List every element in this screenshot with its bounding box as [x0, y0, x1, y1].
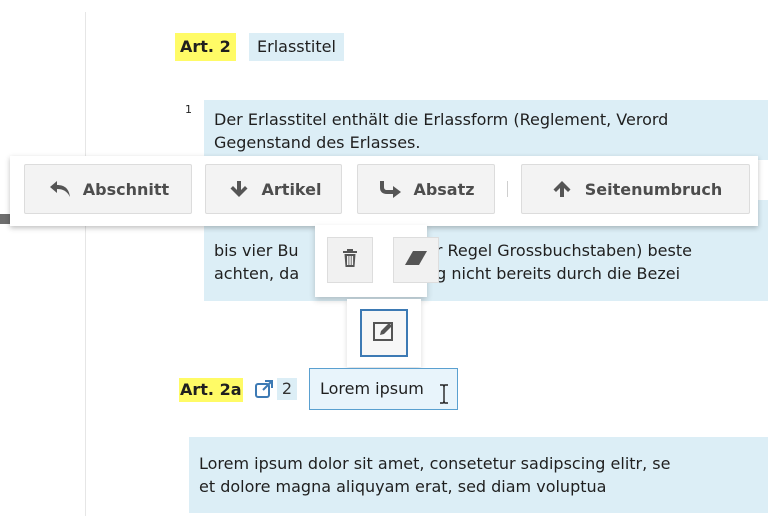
- paragraph-line: Der Erlasstitel enthält die Erlassform (…: [214, 110, 669, 129]
- insert-section-button[interactable]: Abschnitt: [24, 164, 192, 214]
- toolbar-separator: [507, 181, 508, 197]
- content-margin-line: [85, 12, 86, 516]
- paragraph-actions-popup: [315, 225, 439, 297]
- paragraph-text[interactable]: Lorem ipsum dolor sit amet, consetetur s…: [189, 437, 768, 513]
- eraser-icon: [404, 250, 428, 270]
- arrow-turn-left-icon: [47, 178, 73, 200]
- button-label: Seitenumbruch: [584, 179, 723, 199]
- button-label: Abschnitt: [82, 179, 170, 199]
- article-title-input[interactable]: Lorem ipsum: [309, 368, 458, 410]
- paragraph-line-fragment: bis vier Bu: [214, 241, 299, 260]
- arrow-turn-right-icon: [377, 178, 403, 200]
- button-label: Absatz: [413, 179, 475, 199]
- insert-paragraph-button[interactable]: Absatz: [357, 164, 495, 214]
- button-label: Artikel: [261, 179, 322, 199]
- insert-page-break-button[interactable]: Seitenumbruch: [521, 164, 750, 214]
- article-title[interactable]: Erlasstitel: [249, 33, 344, 61]
- paragraph-line-fragment: ng nicht bereits durch die Bezei: [426, 264, 681, 283]
- delete-button[interactable]: [327, 237, 373, 283]
- paragraph-line-fragment: achten, da: [214, 264, 300, 283]
- arrow-down-icon: [226, 178, 252, 200]
- edit-icon: [372, 320, 396, 346]
- paragraph-text[interactable]: Der Erlasstitel enthält die Erlassform (…: [204, 100, 768, 160]
- paragraph-line: et dolore magna aliquyam erat, sed diam …: [199, 477, 607, 496]
- trash-icon: [341, 248, 359, 272]
- article-number[interactable]: Art. 2a: [179, 378, 243, 402]
- external-link-icon[interactable]: [254, 379, 274, 403]
- edit-button[interactable]: [360, 309, 408, 357]
- insert-toolbar: Abschnitt Artikel Absatz Seitenumbruch: [10, 156, 758, 226]
- insert-article-button[interactable]: Artikel: [205, 164, 342, 214]
- text-cursor-icon: [439, 384, 449, 408]
- edit-popup: [347, 299, 421, 367]
- paragraph-number: 1: [185, 103, 192, 116]
- reference-count: 2: [277, 378, 297, 400]
- paragraph-line-fragment: er Regel Grossbuchstaben) beste: [426, 241, 692, 260]
- article-number[interactable]: Art. 2: [175, 33, 236, 61]
- paragraph-line: Lorem ipsum dolor sit amet, consetetur s…: [199, 454, 671, 473]
- arrow-up-icon: [549, 178, 575, 200]
- paragraph-line: Gegenstand des Erlasses.: [214, 133, 421, 152]
- erase-button[interactable]: [393, 237, 439, 283]
